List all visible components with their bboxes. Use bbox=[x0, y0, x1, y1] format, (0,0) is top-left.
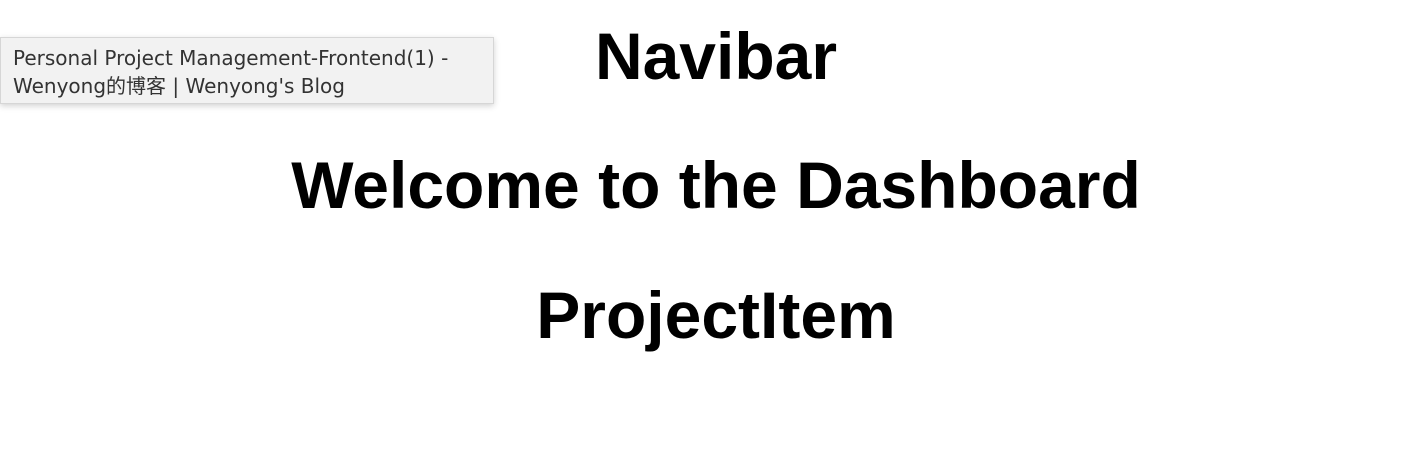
tooltip-line-2: Wenyong的博客 | Wenyong's Blog bbox=[13, 74, 345, 98]
dashboard-welcome-heading: Welcome to the Dashboard bbox=[291, 148, 1141, 222]
page-title-tooltip: Personal Project Management-Frontend(1) … bbox=[0, 37, 494, 104]
project-item-heading: ProjectItem bbox=[536, 278, 896, 352]
tooltip-line-1: Personal Project Management-Frontend(1) … bbox=[13, 46, 449, 70]
